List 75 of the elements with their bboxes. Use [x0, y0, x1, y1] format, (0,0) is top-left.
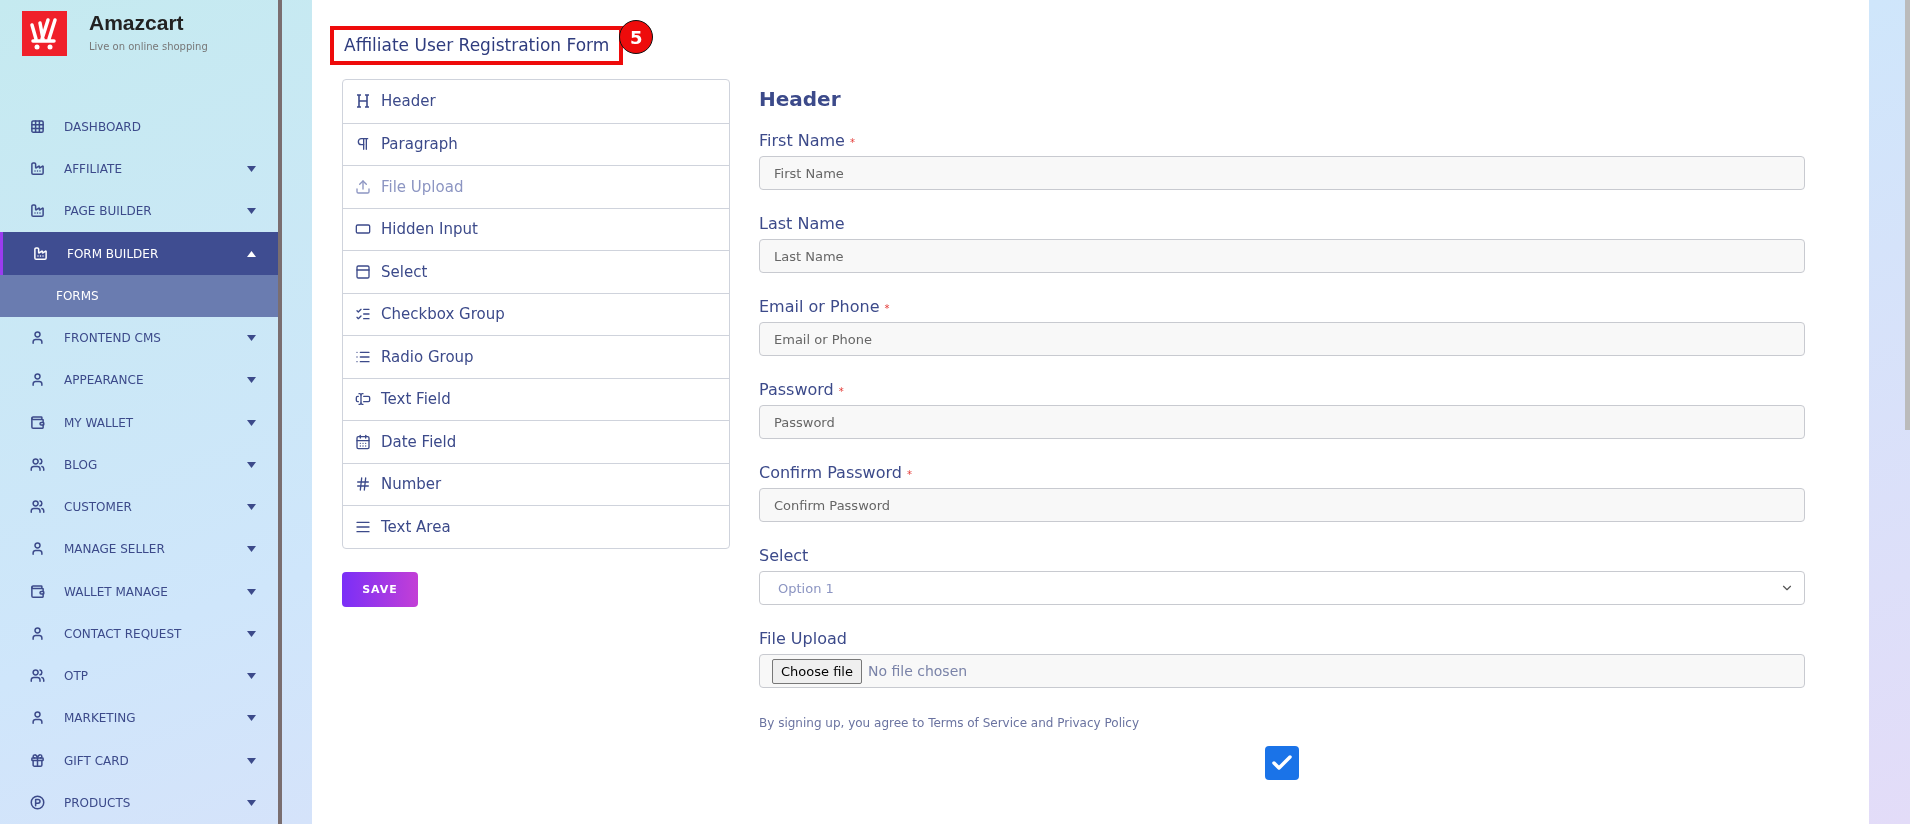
sidebar-item[interactable]: MARKETING	[0, 697, 278, 740]
hash-icon	[355, 476, 371, 493]
field-label: Confirm Password *	[759, 463, 912, 482]
users-icon	[30, 456, 46, 473]
field-label: Select	[759, 546, 809, 565]
text-cursor-icon	[355, 391, 371, 408]
grid-icon	[30, 118, 46, 135]
user-icon	[30, 625, 46, 642]
upload-icon	[355, 178, 371, 195]
sidebar-subitem[interactable]: FORMS	[0, 274, 278, 317]
users-icon	[30, 499, 46, 516]
wallet-icon	[30, 414, 46, 431]
step-badge: 5	[619, 20, 654, 54]
sidebar-item[interactable]: PRODUCTS	[0, 781, 278, 824]
terms-text: By signing up, you agree to Terms of Service and Privacy Policy	[759, 716, 1140, 730]
palette-item[interactable]: Date Field	[343, 420, 729, 463]
agree-checkbox[interactable]	[1265, 746, 1299, 780]
text-input[interactable]: First Name	[759, 156, 1805, 190]
sidebar-item[interactable]: FRONTEND CMS	[0, 316, 278, 360]
user-icon	[30, 330, 46, 347]
brand-name: Amazcart	[89, 11, 185, 35]
sidebar-item[interactable]: CUSTOMER	[0, 485, 278, 529]
file-input[interactable]: Choose file No file chosen	[759, 654, 1805, 688]
text-input[interactable]: Last Name	[759, 239, 1805, 273]
page-title: Affiliate User Registration Form	[330, 26, 624, 65]
factory-icon	[30, 161, 46, 178]
sidebar-item[interactable]: WALLET MANAGE	[0, 570, 278, 613]
brand-tagline: Live on online shopping	[89, 41, 208, 52]
save-button[interactable]: SAVE	[342, 571, 418, 607]
heading-icon	[355, 93, 371, 110]
scrollbar[interactable]	[1905, 0, 1910, 430]
sidebar-item[interactable]: PAGE BUILDER	[0, 190, 278, 233]
sidebar-item[interactable]: APPEARANCE	[0, 359, 278, 402]
sidebar-item[interactable]: MY WALLET	[0, 401, 278, 444]
users-icon	[30, 668, 46, 685]
palette-item[interactable]: Number	[343, 462, 729, 505]
file-status: No file chosen	[867, 663, 968, 679]
form-heading: Header	[759, 87, 842, 111]
sidebar-item[interactable]: GIFT CARD	[0, 739, 278, 782]
pilcrow-icon	[355, 136, 371, 153]
field-label: First Name *	[759, 131, 856, 150]
palette-item[interactable]: Text Area	[343, 505, 729, 548]
palette-item[interactable]: Text Field	[343, 377, 729, 420]
field-label: Password *	[759, 380, 844, 399]
sidebar-item[interactable]: AFFILIATE	[0, 147, 278, 191]
sidebar-item[interactable]: FORM BUILDER	[0, 232, 278, 275]
palette-item[interactable]: Select	[343, 250, 729, 293]
user-icon	[30, 372, 46, 389]
calendar-icon	[355, 433, 371, 450]
wallet-icon	[30, 583, 46, 600]
sidebar-item[interactable]: BLOG	[0, 443, 278, 486]
cart-logo-icon	[22, 11, 67, 56]
field-label: File Upload	[759, 629, 847, 648]
palette-item[interactable]: Paragraph	[343, 122, 729, 165]
factory-icon	[30, 203, 46, 220]
sidebar-item[interactable]: OTP	[0, 654, 278, 698]
palette-item[interactable]: Radio Group	[343, 335, 729, 378]
gift-icon	[30, 752, 46, 769]
text-input[interactable]: Password	[759, 405, 1805, 439]
field-label: Email or Phone *	[759, 297, 890, 316]
sidebar-item[interactable]: MANAGE SELLER	[0, 528, 278, 571]
choose-file-button[interactable]: Choose file	[772, 658, 862, 684]
palette-item[interactable]: Checkbox Group	[343, 292, 729, 335]
factory-icon	[33, 245, 49, 262]
palette-item[interactable]: Header	[343, 80, 729, 123]
sidebar-item[interactable]: CONTACT REQUEST	[0, 612, 278, 655]
parking-circle-icon	[30, 794, 46, 811]
user-icon	[30, 541, 46, 558]
text-input[interactable]: Confirm Password	[759, 488, 1805, 522]
sidebar-item[interactable]: DASHBOARD	[0, 105, 278, 148]
palette-item[interactable]: Hidden Input	[343, 207, 729, 250]
panel-icon	[355, 263, 371, 280]
text-input[interactable]: Email or Phone	[759, 322, 1805, 356]
user-icon	[30, 710, 46, 727]
field-label: Last Name	[759, 214, 845, 233]
